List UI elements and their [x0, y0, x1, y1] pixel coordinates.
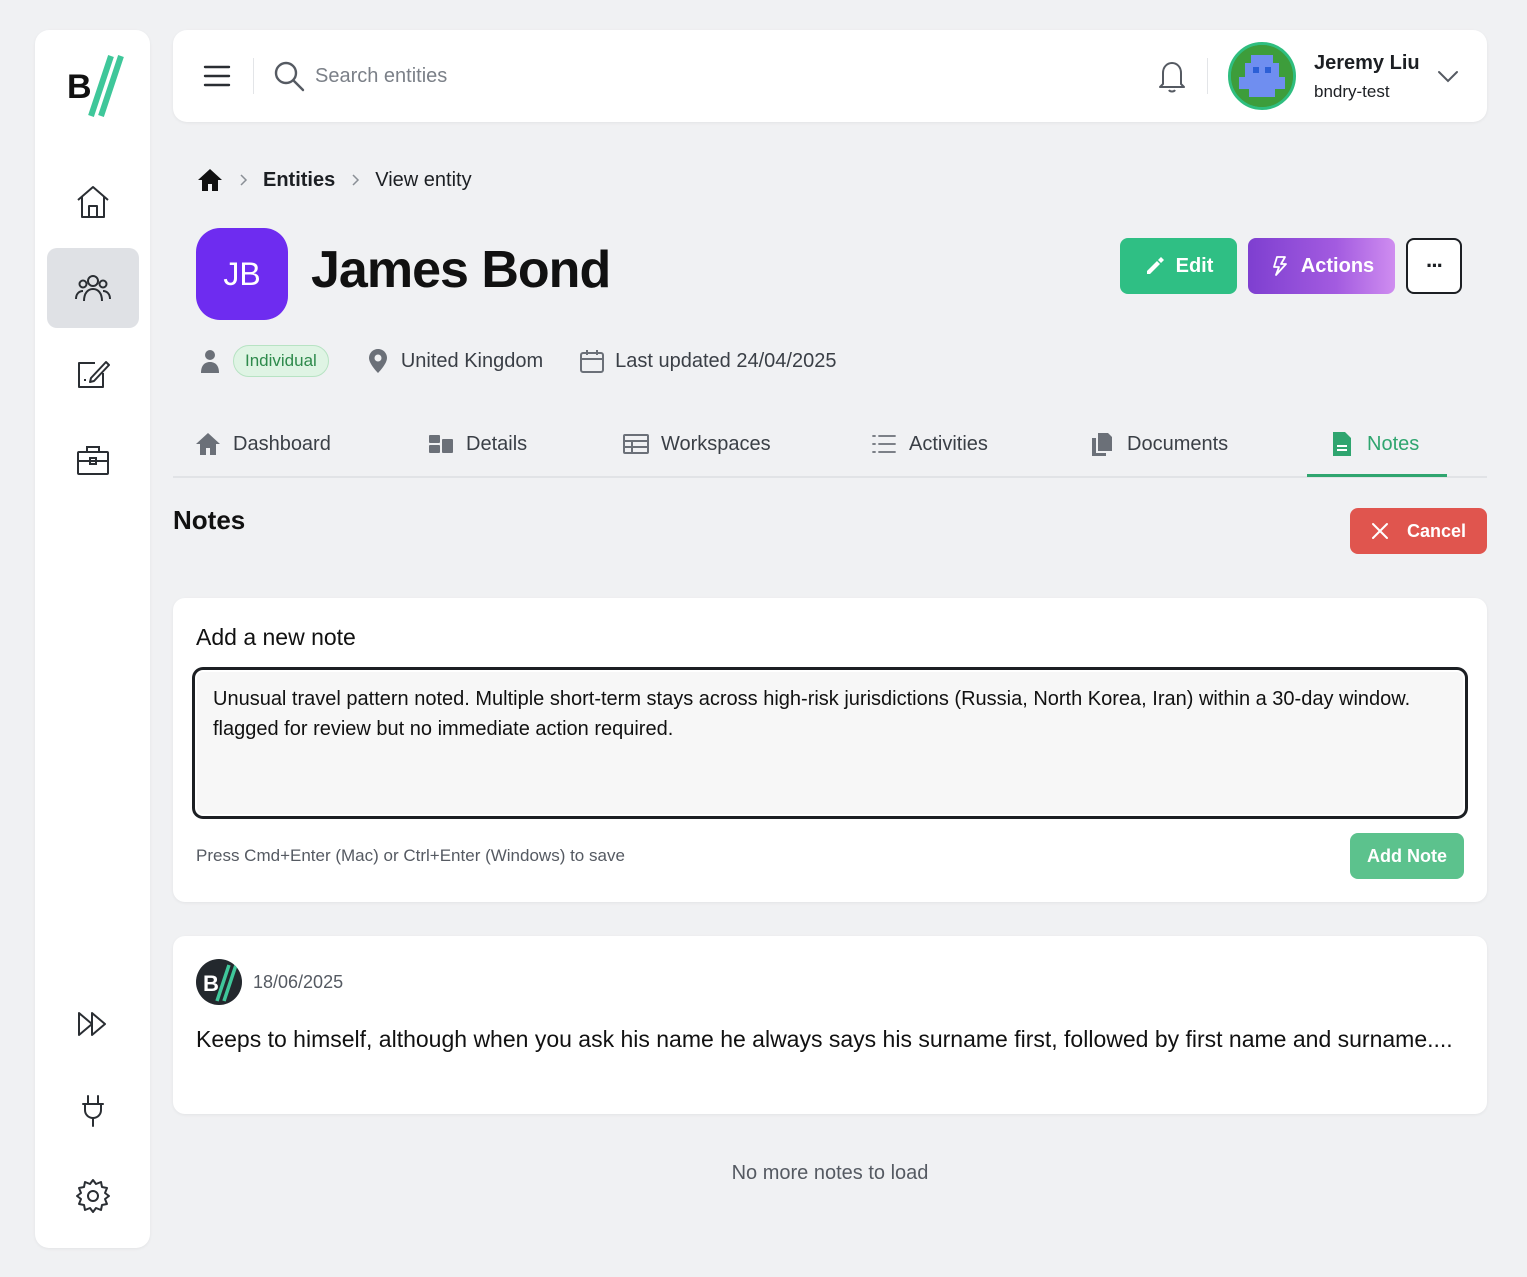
hamburger-menu-icon[interactable]	[203, 62, 231, 90]
sidebar-item-edit[interactable]	[47, 334, 139, 414]
tab-label: Workspaces	[661, 432, 771, 455]
note-textarea[interactable]: Unusual travel pattern noted. Multiple s…	[193, 668, 1467, 818]
edit-button[interactable]: Edit	[1120, 238, 1237, 294]
bell-icon[interactable]	[1155, 58, 1189, 94]
chevron-down-icon	[1438, 71, 1458, 83]
breadcrumb: Entities View entity	[197, 166, 472, 194]
chevron-right-icon	[352, 174, 360, 186]
plug-icon	[82, 1095, 104, 1127]
list-icon	[872, 435, 896, 453]
sidebar-item-home[interactable]	[47, 162, 139, 242]
entity-meta: Individual United Kingdom Last updated 2…	[197, 344, 836, 378]
fast-forward-icon	[78, 1012, 106, 1036]
sidebar-item-integrations[interactable]	[47, 1070, 139, 1150]
tab-label: Documents	[1127, 432, 1229, 455]
documents-icon	[1092, 433, 1112, 456]
tab-notes[interactable]: Notes	[1329, 410, 1419, 478]
top-bar: Jeremy Liu bndry-test	[173, 30, 1487, 122]
sidebar-item-settings[interactable]	[47, 1156, 139, 1236]
tab-details[interactable]: Details	[428, 410, 527, 478]
entity-last-updated: Last updated 24/04/2025	[615, 349, 837, 372]
save-hint: Press Cmd+Enter (Mac) or Ctrl+Enter (Win…	[196, 846, 625, 865]
sidebar: B	[35, 30, 150, 1248]
new-note-card: Add a new note Unusual travel pattern no…	[173, 598, 1487, 902]
chevron-right-icon	[240, 174, 248, 186]
tab-label: Notes	[1367, 432, 1420, 455]
tab-documents[interactable]: Documents	[1089, 410, 1228, 478]
entity-type-badge: Individual	[233, 345, 329, 377]
cancel-label: Cancel	[1406, 520, 1467, 541]
edit-label: Edit	[1175, 254, 1214, 277]
tab-label: Dashboard	[233, 432, 331, 455]
breadcrumb-current: View entity	[375, 168, 472, 191]
search-icon	[274, 61, 305, 92]
tab-label: Activities	[909, 432, 988, 455]
user-name: Jeremy Liu	[1314, 52, 1420, 74]
ellipsis-icon: ···	[1426, 253, 1444, 278]
lightning-icon	[1272, 256, 1287, 276]
tab-dashboard[interactable]: Dashboard	[195, 410, 331, 478]
home-icon[interactable]	[197, 167, 223, 193]
actions-label: Actions	[1300, 254, 1375, 277]
table-icon	[623, 434, 649, 454]
more-options-button[interactable]: ···	[1406, 238, 1462, 294]
calendar-icon	[580, 350, 605, 373]
note-icon	[1333, 432, 1351, 456]
search-input[interactable]	[315, 58, 915, 94]
actions-button[interactable]: Actions	[1248, 238, 1395, 294]
sidebar-item-automations[interactable]	[47, 984, 139, 1064]
divider	[253, 58, 254, 94]
svg-text:B: B	[67, 68, 92, 106]
user-org: bndry-test	[1314, 82, 1390, 101]
section-title: Notes	[173, 505, 246, 535]
close-icon	[1371, 523, 1388, 539]
breadcrumb-entities[interactable]: Entities	[263, 169, 335, 192]
active-tab-indicator	[1307, 474, 1447, 477]
entity-avatar: JB	[196, 228, 288, 320]
no-more-notes: No more notes to load	[731, 1162, 929, 1184]
location-pin-icon	[368, 349, 387, 373]
pencil-icon	[1146, 257, 1164, 274]
note-item: B 18/06/2025 Keeps to himself, although …	[173, 936, 1487, 1114]
author-avatar: B	[196, 959, 242, 1005]
edit-note-icon	[78, 361, 110, 388]
tab-bar: Dashboard Details Workspaces Activities …	[173, 410, 1487, 478]
avatar	[1228, 42, 1296, 110]
new-note-title: Add a new note	[196, 624, 356, 650]
tab-label: Details	[466, 432, 528, 455]
briefcase-icon	[77, 446, 109, 475]
note-date: 18/06/2025	[253, 972, 344, 992]
page-title: James Bond	[311, 241, 611, 299]
note-body: Keeps to himself, although when you ask …	[196, 1026, 1453, 1052]
tab-workspaces[interactable]: Workspaces	[623, 410, 771, 478]
person-icon	[201, 350, 219, 373]
divider	[1207, 58, 1208, 94]
svg-text:B: B	[203, 971, 219, 996]
details-icon	[429, 435, 453, 453]
brand-logo[interactable]: B	[65, 50, 125, 124]
home-icon	[77, 186, 109, 218]
tab-activities[interactable]: Activities	[871, 410, 988, 478]
sidebar-item-entities[interactable]	[47, 248, 139, 328]
sidebar-item-workspaces[interactable]	[47, 420, 139, 500]
cancel-button[interactable]: Cancel	[1350, 508, 1487, 554]
users-icon	[75, 275, 111, 302]
gear-icon	[76, 1179, 110, 1213]
add-note-button[interactable]: Add Note	[1350, 833, 1464, 879]
entity-country: United Kingdom	[400, 349, 544, 372]
user-menu[interactable]: Jeremy Liu bndry-test	[1228, 42, 1468, 110]
home-icon	[196, 433, 220, 455]
